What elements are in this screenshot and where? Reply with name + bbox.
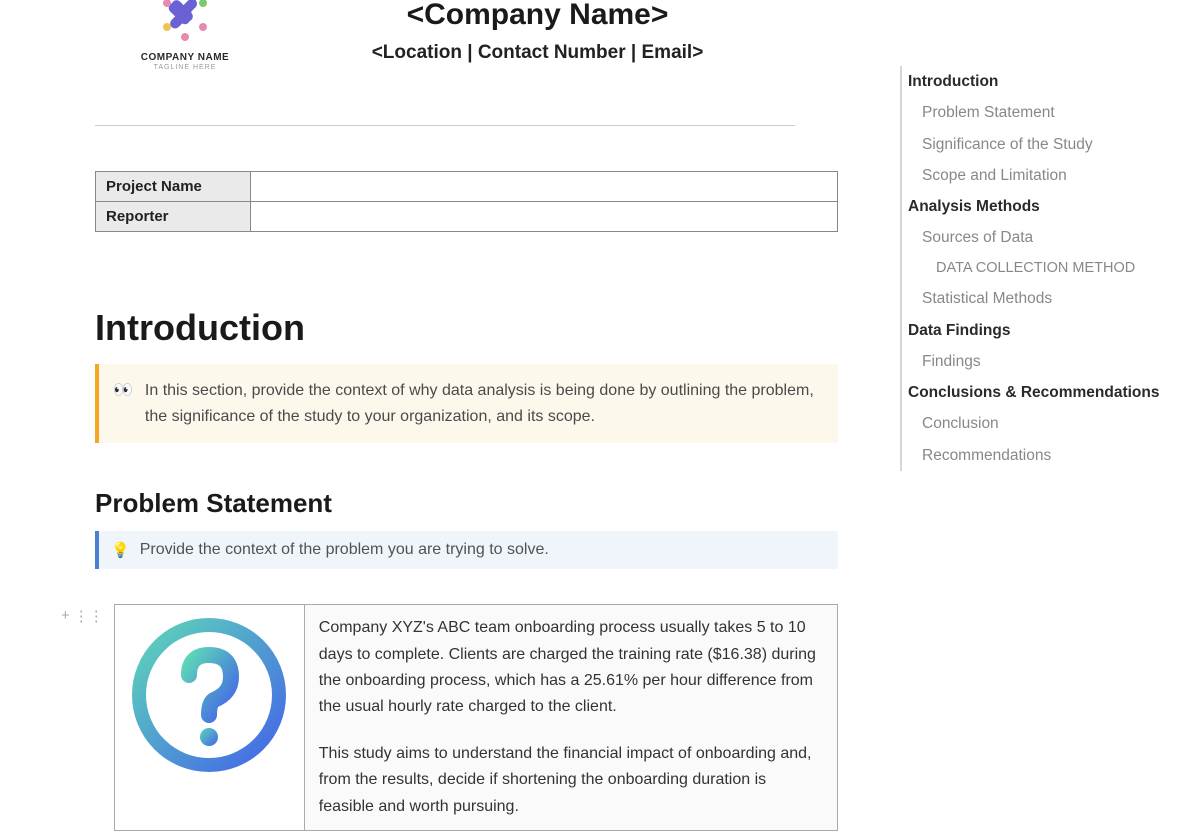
table-row: Project Name <box>96 172 838 202</box>
callout-introduction-text[interactable]: In this section, provide the context of … <box>145 378 820 429</box>
outline-item-data-findings[interactable]: Data Findings <box>902 315 1180 346</box>
title-block: <Company Name> <Location | Contact Numbe… <box>275 0 860 64</box>
project-meta-table[interactable]: Project Name Reporter <box>95 171 838 232</box>
problem-paragraph-2[interactable]: This study aims to understand the financ… <box>319 741 823 820</box>
outline-item-conclusion[interactable]: Conclusion <box>902 408 1180 439</box>
heading-introduction[interactable]: Introduction <box>95 307 860 349</box>
table-row: Company XYZ's ABC team onboarding proces… <box>114 605 837 831</box>
heading-problem-statement[interactable]: Problem Statement <box>95 488 860 519</box>
outline-item-statistical[interactable]: Statistical Methods <box>902 283 1180 314</box>
document-main: COMPANY NAME TAGLINE HERE <Company Name>… <box>0 0 880 816</box>
outline-item-problem-statement[interactable]: Problem Statement <box>902 97 1180 128</box>
outline-item-recommendations[interactable]: Recommendations <box>902 440 1180 471</box>
document-header: COMPANY NAME TAGLINE HERE <Company Name>… <box>30 0 860 80</box>
outline-item-conclusions[interactable]: Conclusions & Recommendations <box>902 377 1180 408</box>
meta-value-project[interactable] <box>251 172 838 202</box>
company-logo-block: COMPANY NAME TAGLINE HERE <box>95 0 275 71</box>
meta-label-reporter: Reporter <box>96 202 251 232</box>
company-subtitle[interactable]: <Location | Contact Number | Email> <box>275 42 800 64</box>
logo-company-name: COMPANY NAME <box>141 52 229 63</box>
bulb-icon: 💡 <box>111 541 130 559</box>
table-row: Reporter <box>96 202 838 232</box>
outline-item-introduction[interactable]: Introduction <box>902 66 1180 97</box>
question-mark-icon <box>129 615 289 775</box>
meta-label-project: Project Name <box>96 172 251 202</box>
callout-problem-statement[interactable]: 💡 Provide the context of the problem you… <box>95 531 838 569</box>
drag-handle-icon[interactable]: ⋮⋮ <box>74 607 104 625</box>
block-controls: + ⋮⋮ <box>61 607 104 625</box>
problem-image-cell[interactable] <box>114 605 304 831</box>
logo-tagline: TAGLINE HERE <box>154 64 217 71</box>
company-title[interactable]: <Company Name> <box>275 0 800 30</box>
meta-value-reporter[interactable] <box>251 202 838 232</box>
problem-paragraph-1[interactable]: Company XYZ's ABC team onboarding proces… <box>319 615 823 721</box>
outline-sidebar: Introduction Problem Statement Significa… <box>900 66 1180 471</box>
problem-table[interactable]: Company XYZ's ABC team onboarding proces… <box>114 604 838 831</box>
eyes-icon: 👀 <box>113 378 133 429</box>
add-block-button[interactable]: + <box>61 607 70 625</box>
company-logo-icon <box>145 0 225 50</box>
outline-item-findings[interactable]: Findings <box>902 346 1180 377</box>
header-divider <box>95 125 795 126</box>
callout-introduction[interactable]: 👀 In this section, provide the context o… <box>95 364 838 443</box>
outline-item-scope[interactable]: Scope and Limitation <box>902 160 1180 191</box>
outline-item-sources[interactable]: Sources of Data <box>902 222 1180 253</box>
problem-content-row: + ⋮⋮ <box>85 604 838 831</box>
callout-problem-text[interactable]: Provide the context of the problem you a… <box>140 541 549 559</box>
outline-item-analysis-methods[interactable]: Analysis Methods <box>902 191 1180 222</box>
problem-text-cell[interactable]: Company XYZ's ABC team onboarding proces… <box>304 605 837 831</box>
outline-item-significance[interactable]: Significance of the Study <box>902 129 1180 160</box>
outline-item-data-collection[interactable]: DATA COLLECTION METHOD <box>902 254 1180 284</box>
